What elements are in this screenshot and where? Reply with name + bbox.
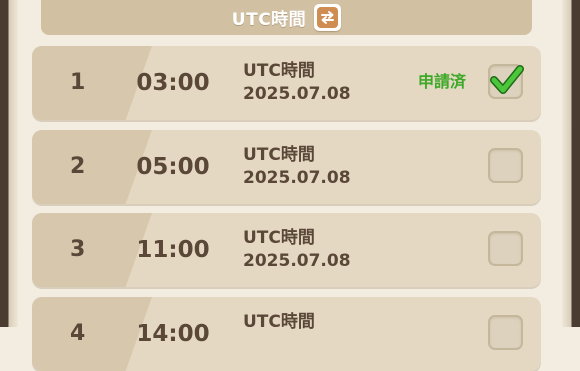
slot-checkbox[interactable] — [488, 315, 523, 350]
slot-index: 4 — [70, 321, 86, 346]
slot-checkbox[interactable] — [488, 148, 523, 183]
timezone-title: UTC時間 — [231, 10, 307, 30]
time-slot-row[interactable]: 2 05:00 UTC時間 2025.07.08 — [32, 130, 541, 204]
slot-time: 14:00 — [136, 321, 210, 347]
slot-status-applied: 申請済 — [418, 72, 467, 91]
slot-index-panel — [32, 46, 152, 120]
frame-right-edge — [562, 0, 580, 327]
slot-checkbox-checked[interactable] — [488, 64, 524, 99]
slot-date: 2025.07.08 — [243, 251, 351, 271]
swap-arrows-icon — [317, 7, 339, 28]
timezone-swap-button[interactable] — [314, 4, 342, 31]
slot-timezone-label: UTC時間 — [243, 228, 315, 248]
time-slot-row[interactable]: 4 14:00 UTC時間 — [32, 297, 541, 371]
slot-index-panel — [32, 297, 152, 371]
slot-timezone-label: UTC時間 — [243, 61, 315, 81]
slot-time: 05:00 — [136, 154, 210, 180]
slot-date: 2025.07.08 — [243, 168, 351, 188]
slot-index: 1 — [70, 70, 86, 95]
frame-left-edge — [0, 0, 18, 327]
slot-timezone-label: UTC時間 — [243, 145, 315, 165]
slot-checkbox[interactable] — [488, 231, 523, 266]
slot-date: 2025.07.08 — [243, 84, 351, 104]
checkmark-icon — [490, 65, 524, 94]
slot-time: 11:00 — [136, 237, 210, 263]
slot-index: 3 — [70, 237, 86, 262]
slot-time: 03:00 — [136, 70, 210, 96]
slot-index-panel — [32, 130, 152, 204]
slot-timezone-label: UTC時間 — [243, 312, 315, 332]
slot-index-panel — [32, 213, 152, 287]
time-slot-row[interactable]: 1 03:00 UTC時間 2025.07.08 申請済 — [32, 46, 541, 120]
timezone-header: UTC時間 — [41, 0, 532, 35]
time-slot-row[interactable]: 3 11:00 UTC時間 2025.07.08 — [32, 213, 541, 287]
slot-index: 2 — [70, 154, 86, 179]
